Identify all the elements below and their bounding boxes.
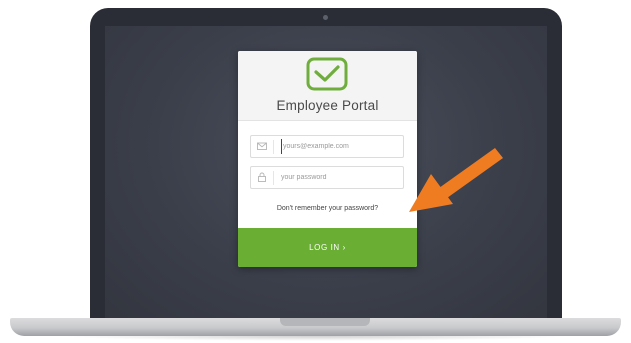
email-field[interactable] — [250, 135, 404, 158]
login-button[interactable]: LOG IN › — [238, 228, 417, 267]
laptop-base-notch — [280, 318, 370, 326]
password-field[interactable] — [250, 166, 404, 189]
field-divider — [273, 171, 274, 185]
envelope-check-icon — [306, 57, 348, 91]
webcam-icon — [323, 15, 328, 20]
email-input[interactable] — [281, 139, 401, 154]
laptop-base — [10, 318, 621, 336]
arrow-pointer-icon — [409, 148, 503, 212]
login-card-header: Employee Portal — [238, 51, 417, 121]
page: Employee Portal Don't remember your pass… — [0, 0, 631, 343]
password-input[interactable] — [281, 170, 399, 185]
laptop-shadow — [60, 336, 571, 341]
mail-icon — [257, 142, 267, 150]
field-divider — [273, 140, 274, 154]
portal-title: Employee Portal — [276, 98, 379, 113]
lock-icon — [258, 172, 266, 182]
forgot-password-link[interactable]: Don't remember your password? — [238, 205, 417, 212]
login-card: Employee Portal Don't remember your pass… — [238, 51, 417, 267]
